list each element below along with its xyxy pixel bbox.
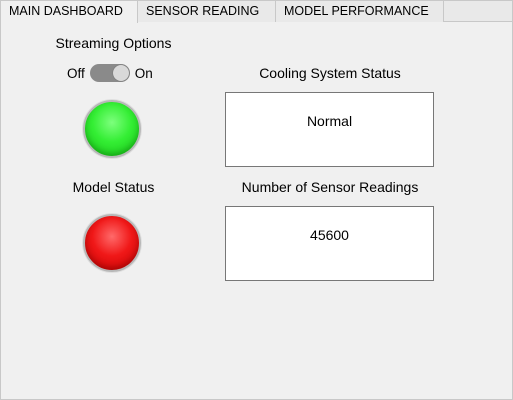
sensor-count-label: Number of Sensor Readings	[241, 179, 419, 195]
sensor-count-value: 45600	[310, 227, 349, 243]
app-window: MAIN DASHBOARD SENSOR READING MODEL PERF…	[0, 0, 513, 400]
switch-on-label: On	[134, 65, 153, 81]
cooling-status-label: Cooling System Status	[259, 65, 401, 81]
tab-bar-filler	[444, 0, 512, 21]
streaming-status-lamp	[83, 100, 141, 158]
tab-model-performance[interactable]: MODEL PERFORMANCE	[276, 0, 444, 22]
cooling-status-field: Normal	[225, 92, 434, 167]
toggle-knob[interactable]	[112, 65, 129, 81]
streaming-toggle-switch[interactable]	[89, 64, 130, 82]
tab-main-dashboard[interactable]: MAIN DASHBOARD	[1, 0, 138, 23]
cooling-status-value: Normal	[306, 113, 353, 129]
switch-off-label: Off	[67, 65, 85, 81]
sensor-count-field: 45600	[225, 206, 434, 281]
model-status-lamp	[83, 214, 141, 272]
streaming-switch-row: Off On	[67, 63, 153, 83]
tab-sensor-reading[interactable]: SENSOR READING	[138, 0, 276, 22]
model-status-label: Model Status	[72, 179, 155, 195]
streaming-options-label: Streaming Options	[55, 35, 172, 51]
tab-bar: MAIN DASHBOARD SENSOR READING MODEL PERF…	[1, 0, 512, 23]
